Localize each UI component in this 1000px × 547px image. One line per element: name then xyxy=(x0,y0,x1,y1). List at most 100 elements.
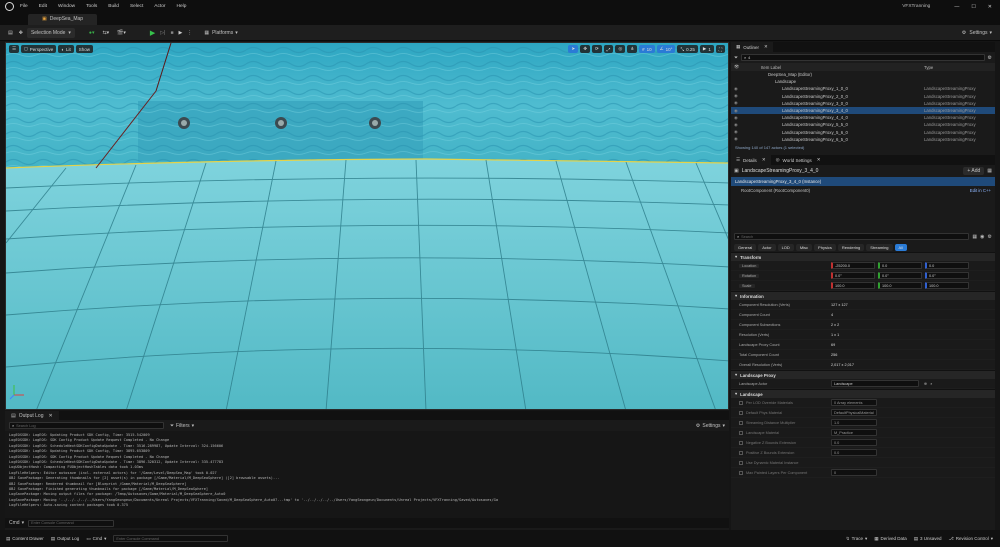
maximize-icon[interactable]: ☐ xyxy=(971,4,975,10)
scale-snap-button[interactable]: ⤡ 0.25 xyxy=(677,45,698,53)
visibility-icon[interactable]: ◉ xyxy=(731,136,761,142)
outliner-row[interactable]: ◉ LandscapeStreamingProxy_3_4_0 LandscapeS… xyxy=(731,106,995,115)
location-z-field[interactable]: 0.0 xyxy=(925,262,969,269)
play-icon[interactable]: ▶ xyxy=(150,29,155,37)
show-button[interactable]: Show xyxy=(75,45,94,53)
information-section[interactable]: ▾ Information xyxy=(731,291,995,300)
surface-snap-button[interactable]: ⋔ xyxy=(627,45,638,53)
landscape-value-field[interactable]: 0 Array elements xyxy=(831,399,877,406)
translate-tool-button[interactable]: ✥ xyxy=(580,45,590,53)
scale-tool-button[interactable]: ⤢ xyxy=(603,45,614,53)
filter-icon[interactable]: ⏷ xyxy=(734,55,738,61)
col-type[interactable]: Type xyxy=(924,65,933,70)
world-local-button[interactable]: ◎ xyxy=(615,45,626,53)
launch-icon[interactable]: ▶ xyxy=(178,30,182,36)
landscape-value-field[interactable]: 0 xyxy=(831,469,877,476)
close-tab-icon[interactable]: ✕ xyxy=(764,44,768,50)
perspective-button[interactable]: ◻ Perspective xyxy=(21,45,57,53)
close-icon[interactable]: ✕ xyxy=(988,4,992,10)
menu-item-window[interactable]: Window xyxy=(58,4,75,9)
outliner-tab[interactable]: ▦ Outliner ✕ xyxy=(731,42,773,52)
menu-item-tools[interactable]: Tools xyxy=(86,4,97,9)
outliner-row[interactable]: ◉ LandscapeStreamingProxy_3_0_0 LandscapeS… xyxy=(731,100,995,107)
log-settings-button[interactable]: ⚙ Settings ▾ xyxy=(696,423,725,429)
filter-tab-physics[interactable]: Physics xyxy=(814,243,836,251)
maximize-viewport-button[interactable]: ⛶ xyxy=(715,45,725,53)
filter-tab-rendering[interactable]: Rendering xyxy=(837,243,865,251)
outliner-row[interactable]: ◉ LandscapeStreamingProxy_4_4_0 LandscapeS… xyxy=(731,114,995,121)
console-command-input[interactable]: Enter Console Command xyxy=(28,519,115,527)
edit-cpp-link[interactable]: Edit in C++ xyxy=(970,188,991,193)
minimize-icon[interactable]: — xyxy=(954,4,959,10)
cinematics-icon[interactable]: 🎬▾ xyxy=(117,30,126,36)
outliner-row[interactable]: ◉ LandscapeStreamingProxy_5_5_0 LandscapeS… xyxy=(731,121,995,128)
menu-item-actor[interactable]: Actor xyxy=(154,4,165,9)
blueprint-icon[interactable]: ⇆▾ xyxy=(102,30,109,36)
add-actor-icon[interactable]: ●▾ xyxy=(89,30,95,36)
landscape-section[interactable]: ▾ Landscape xyxy=(731,389,995,398)
rotation-label[interactable]: Rotation xyxy=(739,273,760,278)
outliner-row[interactable]: ◉ LandscapeStreamingProxy_1_0_0 LandscapeS… xyxy=(731,85,995,92)
rotation-x-field[interactable]: 0.0° xyxy=(831,272,875,279)
col-item-label[interactable]: Item Label xyxy=(761,65,924,70)
grid-view-icon[interactable]: ▦ xyxy=(972,234,977,240)
details-tab[interactable]: ☰ Details ✕ xyxy=(731,155,771,165)
status-console-input[interactable]: Enter Console Command xyxy=(113,535,229,542)
level-viewport[interactable]: ☰ ◻ Perspective ◐ Lit Show ➤ ✥ ⟳ ⤢ ◎ ⋔ #10… xyxy=(5,42,729,410)
scale-x-field[interactable]: 100.0 xyxy=(831,282,875,289)
filters-button[interactable]: ⏷ Filters ▾ xyxy=(170,423,194,429)
landscape-proxy-section[interactable]: ▾ Landscape Proxy xyxy=(731,370,995,379)
actor-name[interactable]: LandscapeStreamingProxy_3_4_0 xyxy=(742,168,819,174)
mode-icon[interactable]: ✥ xyxy=(19,30,23,36)
visibility-icon[interactable]: ◉ xyxy=(731,86,761,92)
search-icon[interactable]: ⌕ xyxy=(930,382,932,386)
select-tool-button[interactable]: ➤ xyxy=(568,45,579,53)
close-tab-icon[interactable]: ✕ xyxy=(48,413,52,419)
blueprint-icon[interactable]: ▦ xyxy=(987,168,992,174)
checkbox[interactable] xyxy=(739,440,743,445)
settings-button[interactable]: ⚙ Settings ▾ xyxy=(962,30,992,36)
landscape-value-field[interactable]: 1.0 xyxy=(831,419,877,426)
scale-label[interactable]: Scale xyxy=(739,283,755,288)
visibility-icon[interactable]: ◉ xyxy=(731,122,761,128)
location-y-field[interactable]: 0.0 xyxy=(878,262,922,269)
checkbox[interactable] xyxy=(739,450,743,455)
level-tab[interactable]: ▣ DeepSea_Map xyxy=(28,13,98,25)
eye-icon[interactable]: ◉ xyxy=(980,234,984,240)
unsaved-button[interactable]: ▤ 3 Unsaved xyxy=(914,536,942,542)
log-search-input[interactable]: ⌕ Search Log xyxy=(9,422,164,429)
scale-z-field[interactable]: 100.0 xyxy=(925,282,969,289)
checkbox[interactable] xyxy=(739,410,743,415)
rotation-y-field[interactable]: 0.0° xyxy=(878,272,922,279)
transform-section[interactable]: ▾ Transform xyxy=(731,252,995,261)
camera-speed-button[interactable]: ▶ 1 xyxy=(699,45,714,53)
outliner-search-input[interactable]: ⌕ 4 xyxy=(741,54,985,61)
checkbox[interactable] xyxy=(739,460,743,465)
rotation-snap-button[interactable]: ∠ 10° xyxy=(656,45,676,53)
menu-item-help[interactable]: Help xyxy=(177,4,187,9)
filter-tab-actor[interactable]: Actor xyxy=(758,243,776,251)
scale-y-field[interactable]: 100.0 xyxy=(878,282,922,289)
lit-button[interactable]: ◐ Lit xyxy=(58,45,74,53)
gear-icon[interactable]: ⚙ xyxy=(988,55,992,61)
visibility-icon[interactable]: ◉ xyxy=(731,115,761,121)
root-component-row[interactable]: RootComponent (RootComponent0) Edit in C… xyxy=(731,186,995,195)
content-drawer-button[interactable]: ▤ Content Drawer xyxy=(6,536,44,542)
output-log-button[interactable]: ▤ Output Log xyxy=(51,536,80,542)
derived-data-button[interactable]: ▦ Derived Data xyxy=(874,536,907,542)
rotate-tool-button[interactable]: ⟳ xyxy=(591,45,602,53)
outliner-row[interactable]: Landscape xyxy=(731,78,995,85)
output-log-tab[interactable]: ▤ Output Log ✕ xyxy=(5,411,59,420)
selection-mode-button[interactable]: Selection Mode ▾ xyxy=(26,27,75,38)
revision-control-button[interactable]: ⎇ Revision Control ▾ xyxy=(949,536,993,542)
menu-item-file[interactable]: File xyxy=(20,4,28,9)
platforms-button[interactable]: ▦ Platforms ▾ xyxy=(204,30,237,36)
checkbox[interactable] xyxy=(739,430,743,435)
trace-button[interactable]: ↯ Trace ▾ xyxy=(846,536,867,542)
filter-tab-streaming[interactable]: Streaming xyxy=(866,243,893,251)
filter-tab-misc[interactable]: Misc xyxy=(795,243,813,251)
visibility-icon[interactable]: ◉ xyxy=(731,100,761,106)
add-component-button[interactable]: + Add xyxy=(963,167,985,175)
viewport-menu-button[interactable]: ☰ xyxy=(9,45,20,53)
landscape-value-field[interactable]: 0.0 xyxy=(831,439,877,446)
